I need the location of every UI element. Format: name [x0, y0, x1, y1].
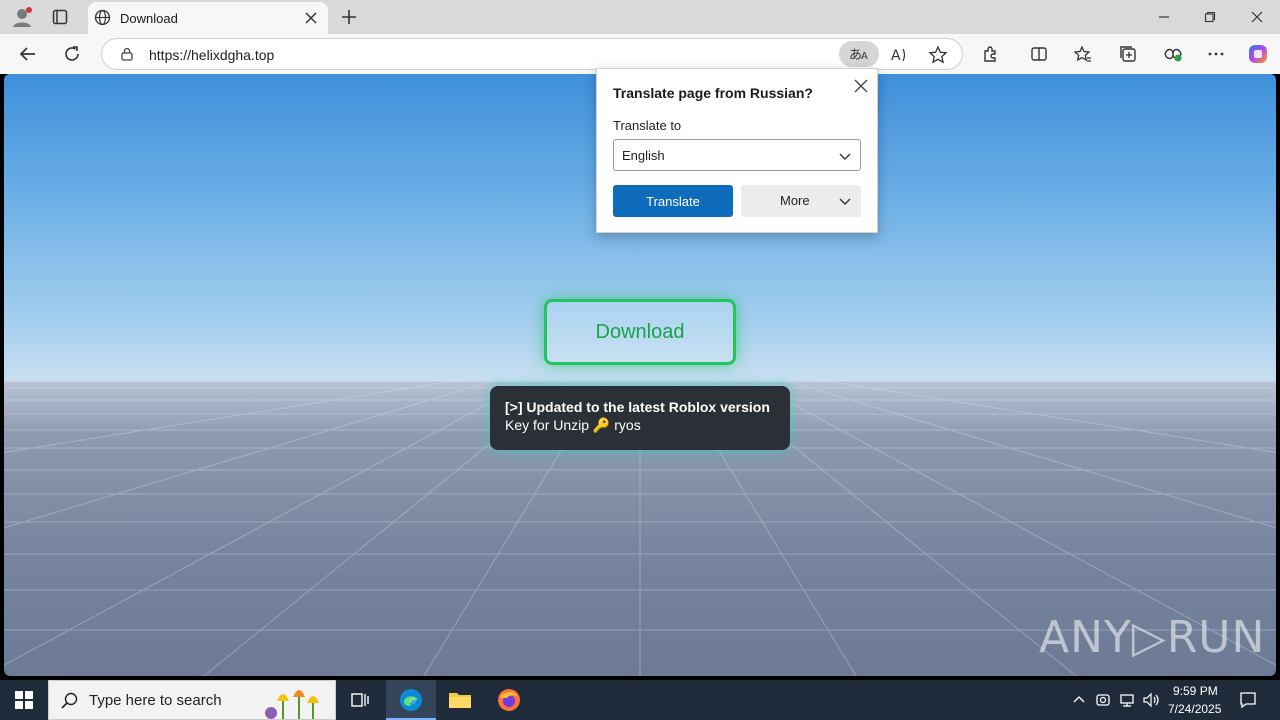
popup-title: Translate page from Russian?: [613, 85, 813, 101]
minimize-icon[interactable]: [1150, 3, 1178, 31]
new-tab-icon[interactable]: [335, 3, 363, 31]
taskbar: Type here to search 9:59 PM 7/24/2025: [0, 680, 1280, 720]
globe-icon: [94, 9, 111, 31]
split-screen-icon[interactable]: [1025, 40, 1053, 68]
windows-start-icon[interactable]: [10, 686, 38, 714]
copilot-icon[interactable]: [1244, 40, 1272, 68]
selected-language: English: [622, 148, 665, 163]
more-icon[interactable]: [1202, 40, 1230, 68]
more-label: More: [780, 193, 810, 208]
collections-icon[interactable]: [1114, 40, 1142, 68]
translate-icon[interactable]: あA: [839, 41, 879, 67]
firefox-icon[interactable]: [495, 686, 523, 714]
svg-text:A: A: [891, 48, 901, 64]
lock-icon[interactable]: [120, 47, 134, 66]
clock-date[interactable]: 7/24/2025: [1168, 702, 1221, 716]
language-select[interactable]: English: [613, 139, 861, 171]
refresh-icon[interactable]: [58, 40, 86, 68]
volume-icon[interactable]: [1137, 686, 1165, 714]
notice-box: [>] Updated to the latest Roblox version…: [490, 386, 790, 450]
clock-time[interactable]: 9:59 PM: [1173, 684, 1218, 698]
address-bar[interactable]: https://helixdgha.top あA A: [101, 38, 963, 70]
translate-popup: Translate page from Russian? Translate t…: [596, 68, 878, 233]
back-icon[interactable]: [14, 40, 42, 68]
search-placeholder: Type here to search: [89, 692, 222, 709]
download-button[interactable]: Download: [544, 299, 736, 365]
more-button[interactable]: More: [741, 185, 861, 217]
read-aloud-icon[interactable]: A: [889, 45, 909, 70]
svg-text:A: A: [861, 51, 868, 62]
tab-title: Download: [120, 11, 178, 26]
task-view-icon[interactable]: [346, 686, 374, 714]
taskbar-search[interactable]: Type here to search: [48, 680, 336, 720]
edge-taskbar-item[interactable]: [386, 680, 436, 720]
notice-line-2: Key for Unzip 🔑 ryos: [505, 417, 641, 433]
file-explorer-icon[interactable]: [446, 686, 474, 714]
restore-icon[interactable]: [1196, 3, 1224, 31]
tulip-decoration-icon: [265, 690, 319, 719]
favorites-icon[interactable]: [1069, 40, 1097, 68]
edge-icon: [400, 689, 422, 711]
chevron-down-icon: [839, 198, 851, 205]
notification-icon[interactable]: [1234, 686, 1262, 714]
tab-download[interactable]: Download: [88, 2, 328, 34]
anyrun-watermark: ANY▷RUN: [1039, 612, 1266, 663]
translate-to-label: Translate to: [613, 118, 682, 133]
translate-button[interactable]: Translate: [613, 185, 733, 217]
tab-actions-icon[interactable]: [46, 3, 74, 31]
url-text[interactable]: https://helixdgha.top: [149, 47, 274, 63]
close-icon[interactable]: [304, 11, 318, 30]
browser-essentials-icon[interactable]: [1159, 40, 1187, 68]
chevron-down-icon: [839, 153, 851, 160]
profile-icon[interactable]: [8, 3, 36, 31]
search-icon: [61, 692, 78, 709]
window-close-icon[interactable]: [1243, 3, 1271, 31]
tab-strip: Download: [0, 0, 1280, 34]
favorite-star-icon[interactable]: [928, 45, 948, 70]
notice-line-1: [>] Updated to the latest Roblox version: [505, 399, 770, 415]
extensions-icon[interactable]: [977, 40, 1005, 68]
close-icon[interactable]: [854, 79, 868, 98]
